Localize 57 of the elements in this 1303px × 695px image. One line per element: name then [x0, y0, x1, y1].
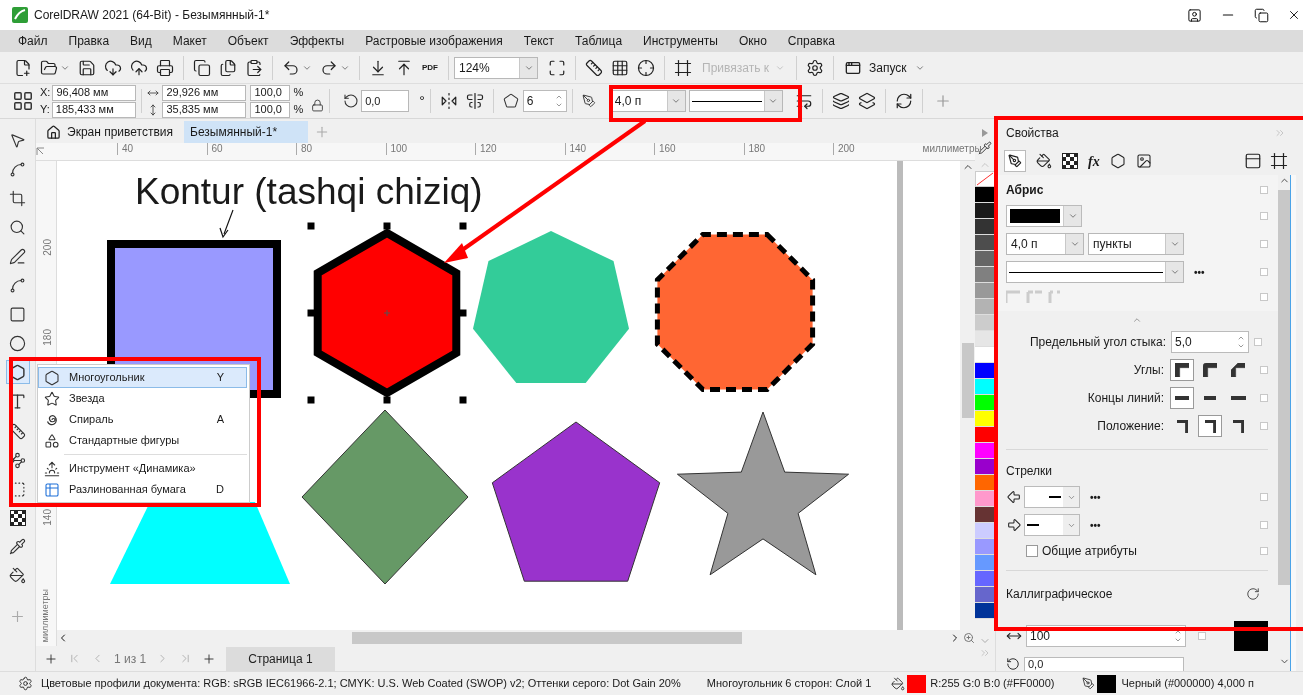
- menu-item[interactable]: Справка: [779, 30, 843, 52]
- angle-spinner[interactable]: 0,0: [1024, 657, 1184, 671]
- outline-info: Черный (#000000) 4,000 п: [1121, 676, 1254, 692]
- option-label: Концы линий:: [1087, 390, 1164, 407]
- percent-sign: %: [293, 104, 304, 115]
- more-options-button[interactable]: •••: [1194, 264, 1205, 280]
- menu-item[interactable]: Таблица: [567, 30, 631, 52]
- y-label: Y:: [40, 104, 50, 115]
- menu-item[interactable]: Правка: [60, 30, 118, 52]
- color-profiles-text: Цветовые профили документа: RGB: sRGB IEC61966-2.1; CMYK: U.S. Web Coated (SWOP) v2; Оттенки серого: Dot Gain 20%: [41, 676, 681, 692]
- menu-item[interactable]: Текст: [515, 30, 563, 52]
- height-field[interactable]: 35,835 мм: [162, 101, 247, 118]
- flyout-item[interactable]: Многоугольник Y: [38, 367, 247, 388]
- menu-item[interactable]: Инструменты: [635, 30, 726, 52]
- degree-sign: °: [419, 91, 425, 111]
- menu-item[interactable]: Объект: [219, 30, 277, 52]
- menu-item[interactable]: Файл: [10, 30, 56, 52]
- option-label: Углы:: [1133, 362, 1164, 379]
- pdf-export-button[interactable]: PDF: [417, 63, 443, 72]
- menu-item[interactable]: Растровые изображения: [357, 30, 511, 52]
- more-options-button[interactable]: •••: [1090, 517, 1101, 533]
- arrows-heading: Стрелки: [1006, 463, 1054, 480]
- option-label: Положение:: [1097, 418, 1164, 435]
- x-label: X:: [40, 87, 51, 98]
- docker-title: Свойства: [1006, 125, 1059, 142]
- object-info: Многоугольник 6 сторон: Слой 1: [706, 676, 872, 692]
- horizontal-ruler: 40 60 80 100 120 140 160 180 200 миллиметры: [45, 143, 986, 160]
- scale-y-field[interactable]: 100,0: [250, 101, 291, 118]
- canvas-caption: Kontur (tashqi chiziq): [135, 173, 483, 210]
- menu-item[interactable]: Окно: [730, 30, 775, 52]
- fill-info: R:255 G:0 B:0 (#FF0000): [930, 676, 1055, 692]
- x-field[interactable]: 96,408 мм: [52, 84, 137, 101]
- menu-item[interactable]: Вид: [122, 30, 160, 52]
- width-field[interactable]: 29,926 мм: [162, 84, 247, 101]
- percent-sign: %: [293, 87, 304, 98]
- effects-tab[interactable]: fx: [1088, 150, 1100, 172]
- zoom-dropdown[interactable]: 124%: [454, 56, 538, 79]
- y-field[interactable]: 185,433 мм: [51, 101, 136, 118]
- window-title: CorelDRAW 2021 (64-Bit) - Безымянный-1*: [34, 7, 270, 24]
- page-counter: 1 из 1: [114, 650, 147, 668]
- menu-item[interactable]: Макет: [164, 30, 215, 52]
- page-tab[interactable]: Страница 1: [226, 646, 335, 671]
- miter-label: Предельный угол стыка:: [1029, 334, 1166, 351]
- outline-width-dropdown[interactable]: 4,0 п: [1006, 233, 1084, 255]
- document-tab[interactable]: Безымянный-1*: [184, 121, 308, 143]
- section-heading: Каллиграфическое: [1006, 586, 1113, 603]
- menu-item[interactable]: Эффекты: [281, 30, 353, 52]
- units-dropdown[interactable]: пункты: [1088, 233, 1184, 255]
- section-heading: Абрис: [1006, 182, 1044, 199]
- more-options-button[interactable]: •••: [1090, 489, 1101, 505]
- rotation-field[interactable]: 0,0: [361, 90, 410, 112]
- miter-spinner[interactable]: 5,0: [1171, 331, 1249, 353]
- scale-x-field[interactable]: 100,0: [250, 84, 291, 101]
- launch-dropdown[interactable]: Запуск: [839, 58, 931, 77]
- sides-spinner[interactable]: 6: [522, 90, 567, 112]
- checkbox-label: Общие атрибуты: [1042, 543, 1137, 560]
- document-tab[interactable]: Экран приветствия: [40, 121, 182, 143]
